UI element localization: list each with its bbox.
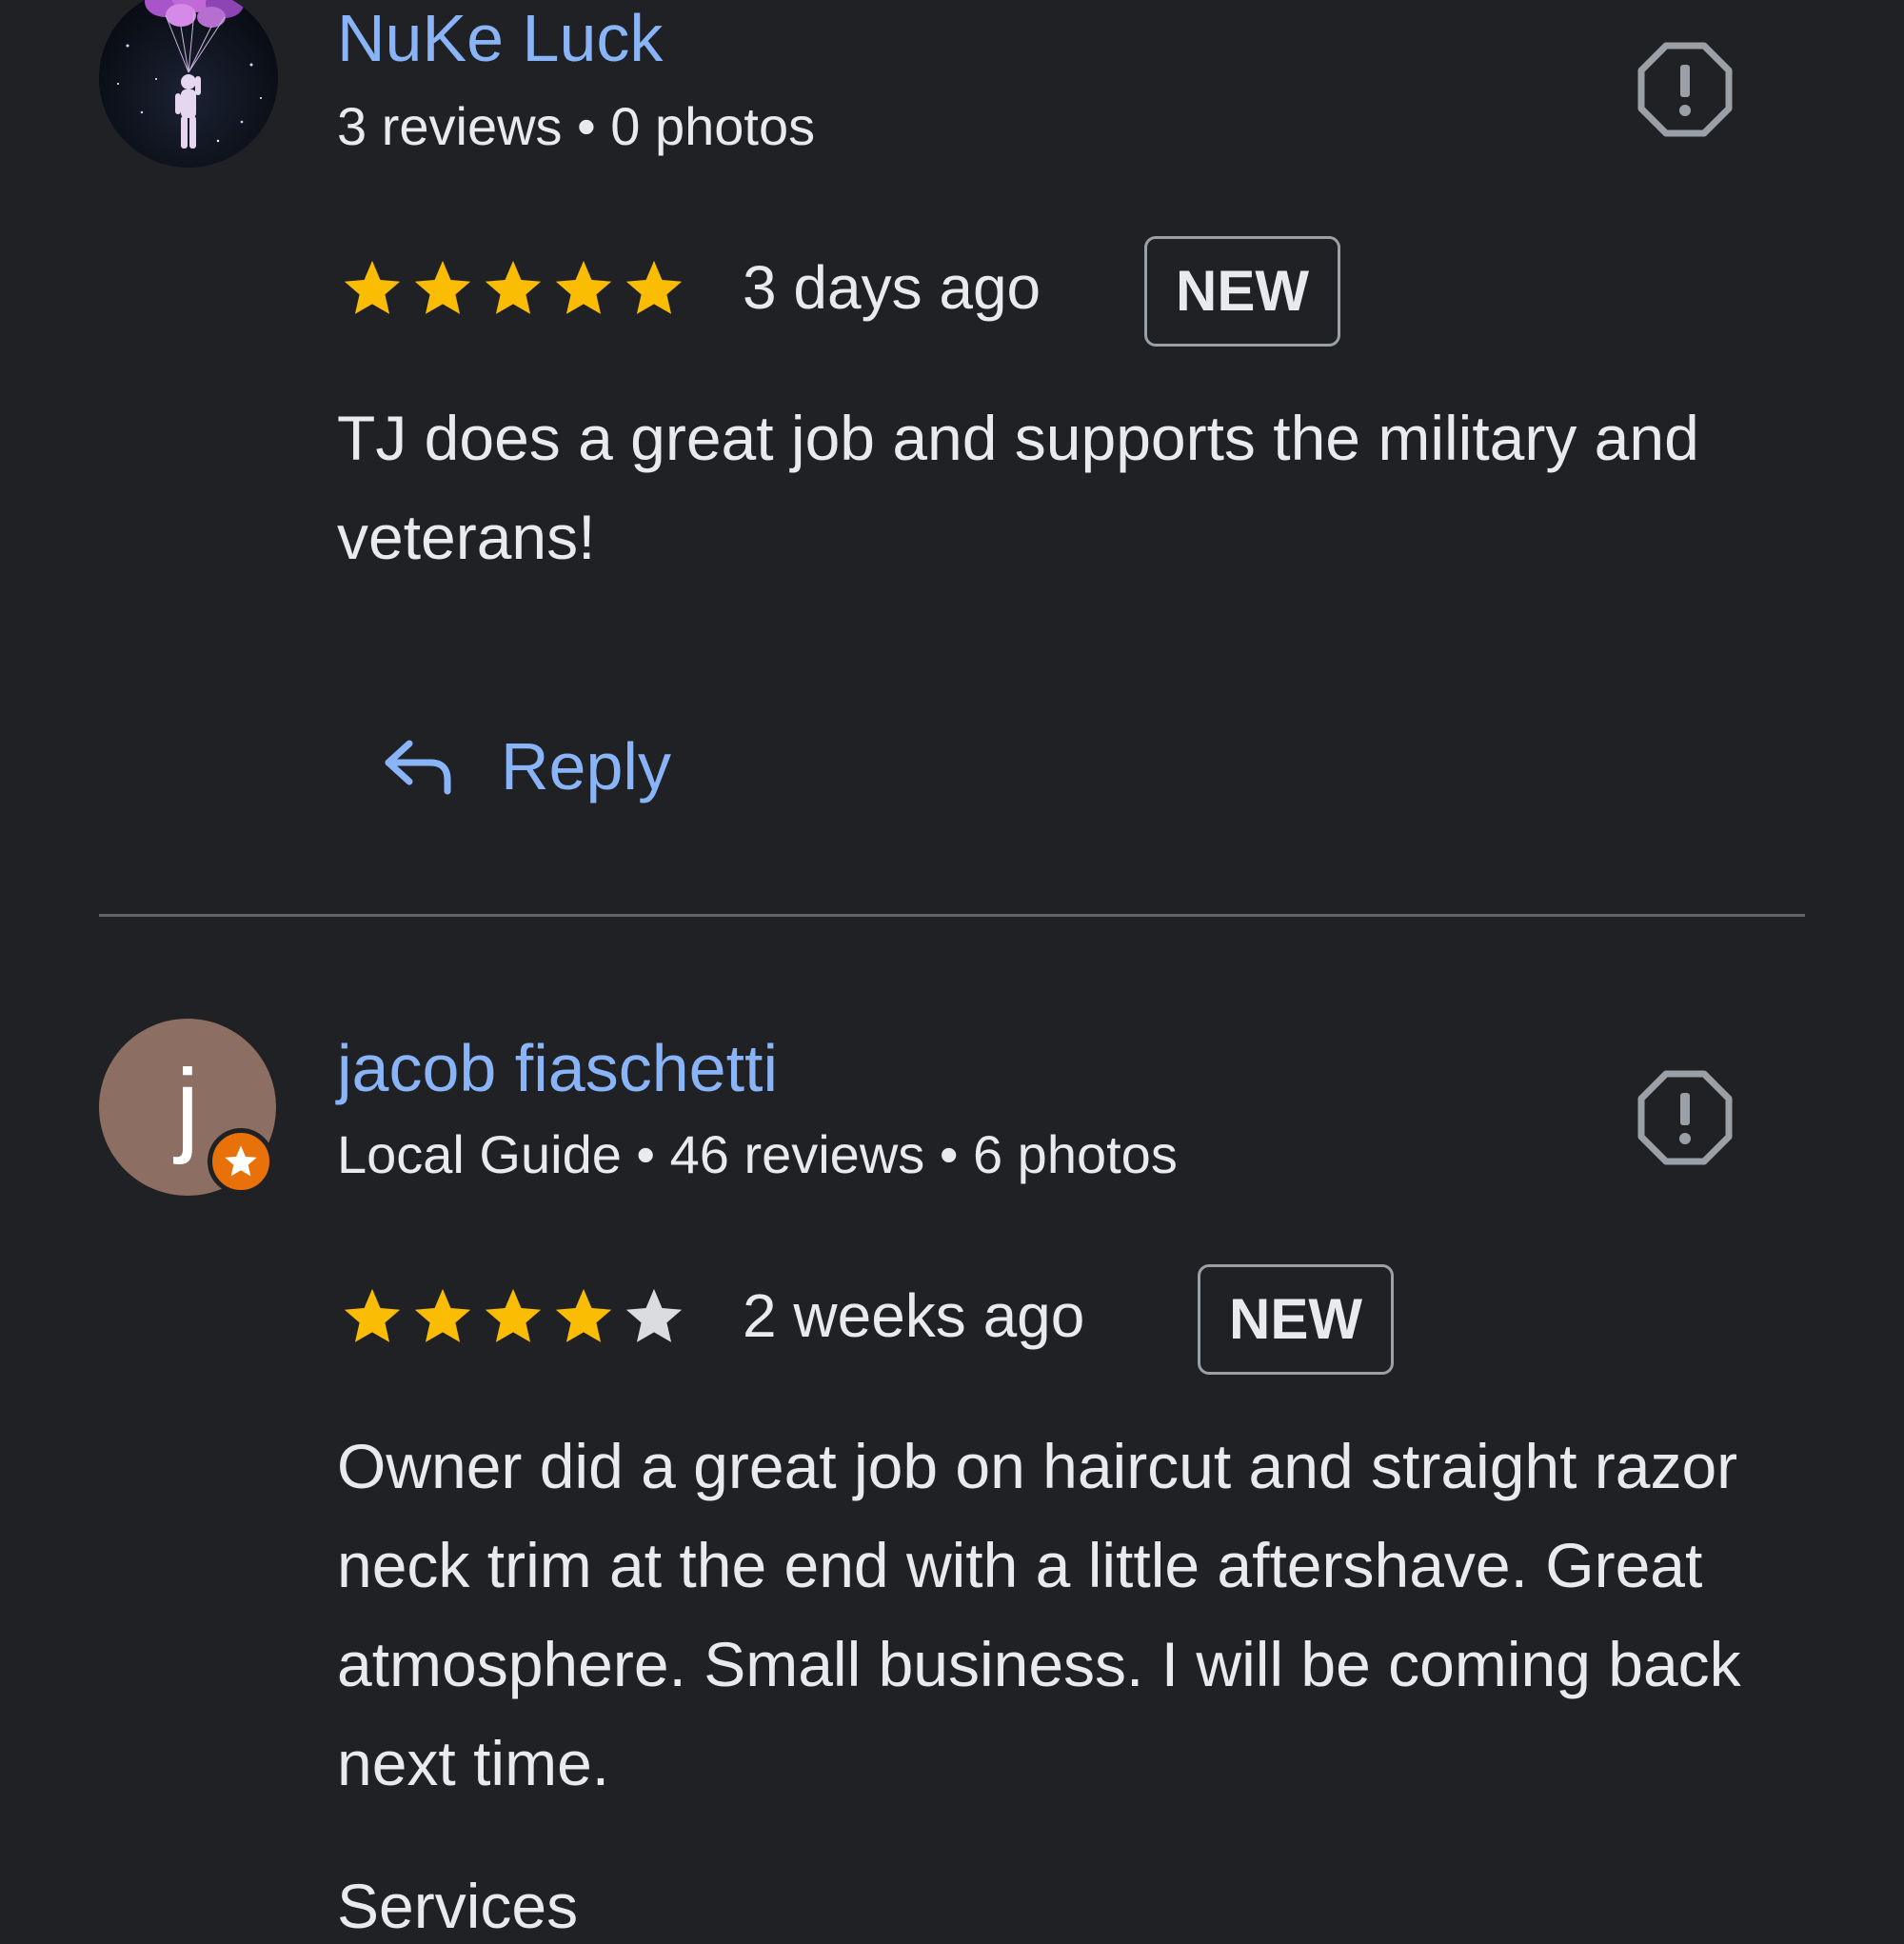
reply-button[interactable]: Reply <box>381 724 671 809</box>
star-icon <box>344 1288 401 1342</box>
report-icon[interactable] <box>1637 1070 1733 1165</box>
local-guide-star-icon <box>225 1145 257 1177</box>
star-rating <box>339 1283 687 1350</box>
reviewer-meta: Local Guide • 46 reviews • 6 photos <box>337 1124 1178 1184</box>
reviewer-name[interactable]: jacob fiaschetti <box>337 1030 778 1106</box>
star-icon <box>555 260 612 314</box>
new-badge: NEW <box>1144 236 1340 347</box>
local-guide-badge <box>208 1128 274 1195</box>
star-icon <box>414 1288 471 1342</box>
reply-label: Reply <box>501 729 671 803</box>
star-icon-empty <box>625 1288 683 1342</box>
star-icon <box>414 260 471 314</box>
star-icon <box>344 260 401 314</box>
star-icon <box>485 1288 542 1342</box>
new-badge: NEW <box>1198 1264 1394 1375</box>
reply-icon <box>385 740 451 795</box>
review-time: 3 days ago <box>743 253 1041 322</box>
reviewer-avatar[interactable] <box>99 0 278 168</box>
reviewer-meta: 3 reviews • 0 photos <box>337 96 816 156</box>
reviewer-name[interactable]: NuKe Luck <box>337 0 663 76</box>
review-text: TJ does a great job and supports the mil… <box>337 403 1699 572</box>
star-icon <box>555 1288 612 1342</box>
services-section-label: Services <box>337 1871 579 1941</box>
report-icon[interactable] <box>1637 42 1733 137</box>
star-icon <box>485 260 542 314</box>
review-time: 2 weeks ago <box>743 1281 1085 1350</box>
review-text: Owner did a great job on haircut and str… <box>337 1431 1741 1798</box>
star-icon <box>625 260 683 314</box>
review-divider <box>99 914 1805 917</box>
star-rating <box>339 255 687 322</box>
